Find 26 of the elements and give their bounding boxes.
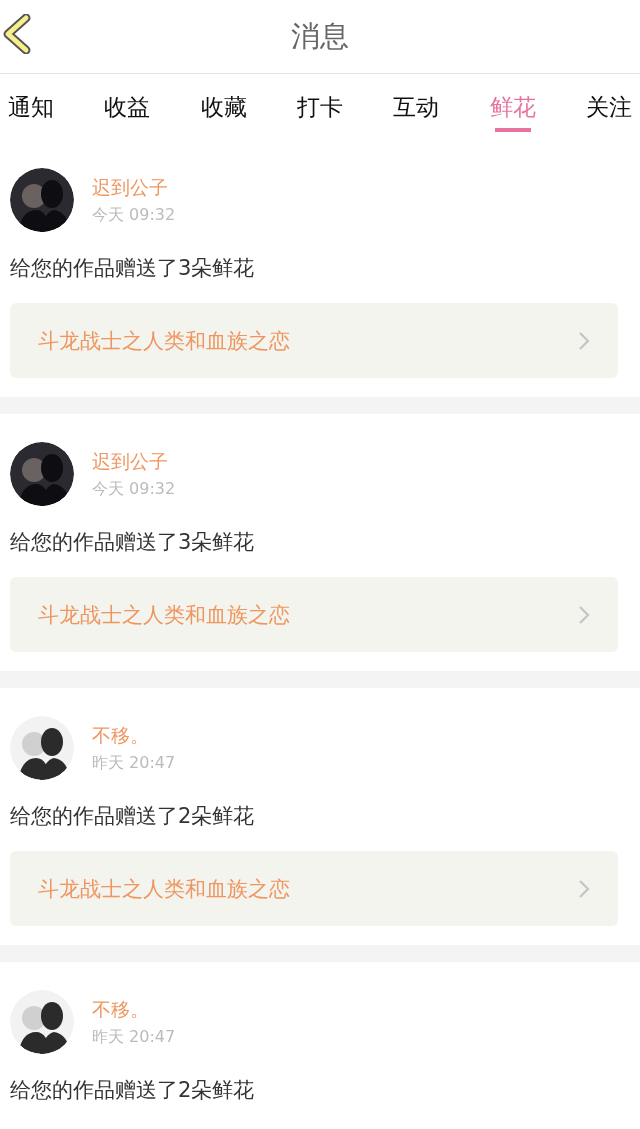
user-name[interactable]: 不移。 (92, 722, 176, 749)
back-icon[interactable] (2, 14, 32, 54)
page-title: 消息 (291, 17, 349, 55)
timestamp: 今天 09:32 (92, 478, 176, 500)
message-text: 给您的作品赠送了2朵鲜花 (10, 1077, 256, 1104)
chevron-right-icon (578, 330, 590, 351)
work-link[interactable]: 斗龙战士之人类和血族之恋 (10, 851, 618, 926)
message-text: 给您的作品赠送了2朵鲜花 (10, 803, 256, 830)
tab[interactable]: 关注 (585, 74, 632, 140)
user-name[interactable]: 不移。 (92, 996, 176, 1023)
chevron-right-icon (578, 878, 590, 899)
tab[interactable]: 通知 (8, 74, 54, 140)
tab[interactable]: 互动 (393, 74, 440, 140)
tab[interactable]: 收藏 (200, 74, 247, 140)
message-text: 给您的作品赠送了3朵鲜花 (10, 529, 256, 556)
work-link[interactable]: 斗龙战士之人类和血族之恋 (10, 303, 618, 378)
tab[interactable]: 收益 (104, 74, 151, 140)
timestamp: 昨天 20:47 (92, 1026, 176, 1048)
message-text: 给您的作品赠送了3朵鲜花 (10, 255, 256, 282)
user-name[interactable]: 迟到公子 (92, 448, 176, 475)
user-name[interactable]: 迟到公子 (92, 174, 176, 201)
timestamp: 今天 09:32 (92, 204, 176, 226)
chevron-right-icon (578, 604, 590, 625)
tab[interactable]: 打卡 (297, 74, 343, 140)
work-link[interactable]: 斗龙战士之人类和血族之恋 (10, 577, 618, 652)
timestamp: 昨天 20:47 (92, 752, 176, 774)
